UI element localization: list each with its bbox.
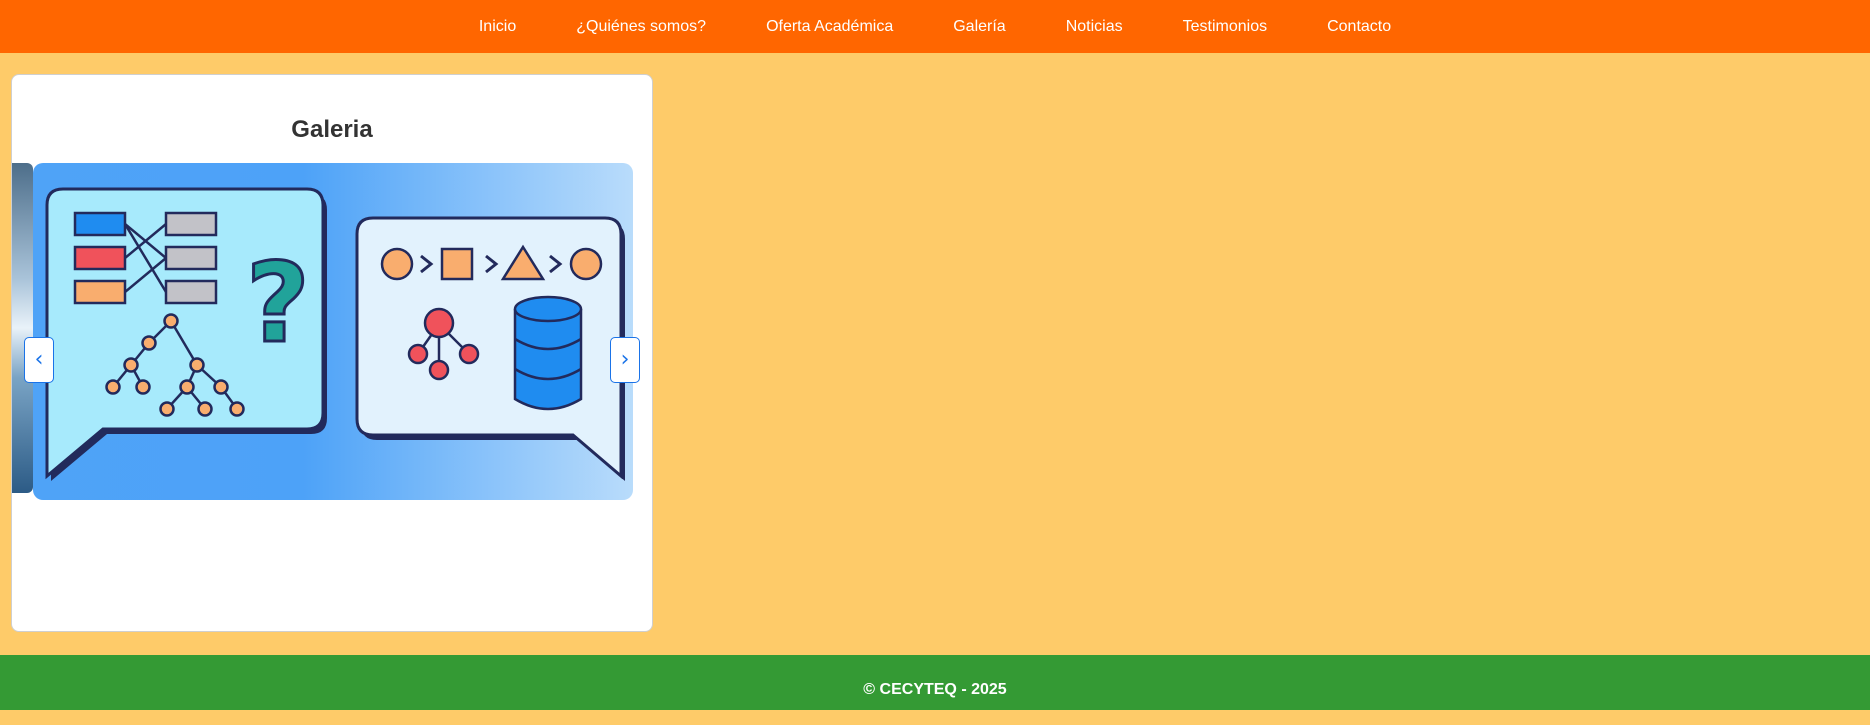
nav-item-quienes-somos[interactable]: ¿Quiénes somos? bbox=[546, 18, 736, 36]
database-icon bbox=[513, 295, 583, 411]
nav-item-testimonios[interactable]: Testimonios bbox=[1153, 18, 1297, 36]
gallery-title: Galeria bbox=[291, 116, 373, 143]
footer-copyright: © CECYTEQ - 2025 bbox=[863, 681, 1007, 698]
nav-item-inicio[interactable]: Inicio bbox=[449, 18, 546, 36]
nav-item-galeria[interactable]: Galería bbox=[923, 18, 1035, 36]
gallery-carousel: ? ‹ › bbox=[12, 163, 652, 501]
top-navigation: Inicio ¿Quiénes somos? Oferta Académica … bbox=[0, 0, 1870, 53]
question-mark-icon: ? bbox=[246, 239, 310, 367]
nav-item-contacto[interactable]: Contacto bbox=[1297, 18, 1421, 36]
carousel-slide-image: ? bbox=[33, 163, 633, 500]
previous-slide-peek bbox=[12, 163, 33, 493]
data-structures-illustration: ? bbox=[33, 163, 633, 500]
carousel-next-button[interactable]: › bbox=[610, 337, 640, 383]
carousel-prev-button[interactable]: ‹ bbox=[24, 337, 54, 383]
nav-item-noticias[interactable]: Noticias bbox=[1036, 18, 1153, 36]
page-footer: © CECYTEQ - 2025 bbox=[0, 655, 1870, 710]
gallery-card: Galeria ? ‹ › bbox=[11, 74, 653, 632]
nav-item-oferta-academica[interactable]: Oferta Académica bbox=[736, 18, 923, 36]
nav-menu: Inicio ¿Quiénes somos? Oferta Académica … bbox=[449, 18, 1421, 36]
